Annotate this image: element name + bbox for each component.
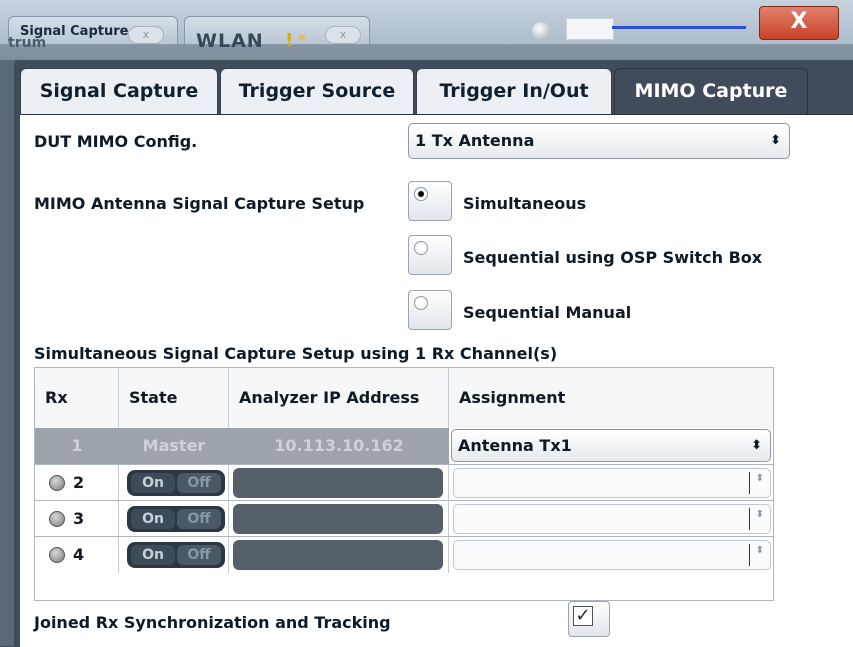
on-label[interactable]: On	[131, 545, 175, 565]
ip-input[interactable]	[233, 540, 443, 570]
radio-unchecked-icon	[414, 296, 428, 310]
rx-number: 4	[73, 545, 85, 564]
rx-led-icon[interactable]	[49, 511, 65, 527]
title-bar: Signal Capture trum x WLAN ! * x X	[0, 0, 853, 52]
rx-led-icon[interactable]	[49, 547, 65, 563]
dut-mimo-config-value: 1 Tx Antenna	[415, 131, 535, 150]
assignment-select[interactable]: Antenna Tx1 ⬍	[451, 429, 771, 462]
table-row: 2 On Off ⬍	[35, 464, 773, 501]
table-header: Rx State Analyzer IP Address Assignment	[35, 368, 773, 429]
ip-cell	[229, 537, 449, 573]
app-tab-signal-capture-label: Signal Capture trum	[8, 24, 129, 51]
header-assignment: Assignment	[459, 388, 566, 407]
tab-content: DUT MIMO Config. 1 Tx Antenna ⬍ MIMO Ant…	[20, 114, 853, 647]
star-icon: *	[298, 30, 306, 49]
off-label[interactable]: Off	[177, 473, 221, 493]
table-row: 4 On Off ⬍	[35, 536, 773, 573]
joined-sync-checkbox[interactable]: ✓	[568, 601, 610, 637]
assignment-cell: ⬍	[449, 465, 773, 501]
assignment-select[interactable]: ⬍	[453, 468, 771, 498]
rx-number: 3	[73, 509, 85, 528]
table-caption: Simultaneous Signal Capture Setup using …	[34, 344, 558, 363]
dut-mimo-config-label: DUT MIMO Config.	[34, 132, 198, 151]
radio-simultaneous-label: Simultaneous	[463, 194, 587, 213]
on-off-toggle[interactable]: On Off	[127, 470, 225, 496]
rx-cell: 4	[35, 537, 119, 573]
table-row: 3 On Off ⬍	[35, 500, 773, 537]
assignment-cell: ⬍	[449, 537, 773, 573]
rx-number: 2	[73, 473, 85, 492]
on-off-toggle[interactable]: On Off	[127, 542, 225, 568]
ip-input[interactable]	[233, 468, 443, 498]
on-off-toggle[interactable]: On Off	[127, 506, 225, 532]
table-row: 1 Master 10.113.10.162 Antenna Tx1 ⬍	[35, 428, 773, 464]
ip-cell	[229, 465, 449, 501]
header-ip: Analyzer IP Address	[229, 368, 449, 428]
slider-line	[612, 26, 746, 29]
assignment-select[interactable]: ⬍	[453, 504, 771, 534]
select-arrows-icon: ⬍	[770, 133, 781, 148]
off-label[interactable]: Off	[177, 545, 221, 565]
radio-sequential-manual[interactable]	[408, 290, 452, 330]
select-arrows-icon: ⬍	[755, 473, 764, 484]
assignment-select[interactable]: ⬍	[453, 540, 771, 570]
select-arrows-icon: ⬍	[751, 438, 762, 453]
tab-mimo-capture[interactable]: MIMO Capture	[614, 68, 808, 116]
master-ip: 10.113.10.162	[274, 436, 404, 455]
mimo-dialog: Signal Capture Trigger Source Trigger In…	[14, 60, 853, 647]
radio-sequential-osp-label: Sequential using OSP Switch Box	[463, 248, 763, 267]
radio-sequential-osp[interactable]	[408, 235, 452, 275]
master-rx: 1	[71, 436, 83, 455]
rx-table: Rx State Analyzer IP Address Assignment …	[34, 367, 774, 601]
capture-setup-label: MIMO Antenna Signal Capture Setup	[34, 194, 365, 213]
select-arrows-icon: ⬍	[755, 545, 764, 556]
radio-checked-icon	[414, 187, 428, 201]
rx-cell: 2	[35, 465, 119, 501]
radio-simultaneous[interactable]	[408, 181, 452, 221]
tab-close-icon[interactable]: x	[128, 26, 164, 44]
on-label[interactable]: On	[131, 473, 175, 493]
assignment-cell: Antenna Tx1 ⬍	[449, 428, 773, 464]
slider-handle[interactable]	[566, 18, 614, 40]
rx-cell: 3	[35, 501, 119, 537]
tab-trigger-in-out[interactable]: Trigger In/Out	[416, 68, 612, 114]
state-cell: On Off	[119, 465, 229, 501]
app-tab-wlan-label: WLAN	[196, 30, 264, 52]
state-cell: On Off	[119, 537, 229, 573]
select-arrows-icon: ⬍	[755, 509, 764, 520]
close-button[interactable]: X	[759, 6, 839, 40]
joined-sync-label: Joined Rx Synchronization and Tracking	[34, 613, 391, 632]
ip-cell	[229, 501, 449, 537]
app-tab-underlying-text: trum	[8, 35, 47, 51]
tab-signal-capture[interactable]: Signal Capture	[20, 68, 218, 114]
on-label[interactable]: On	[131, 509, 175, 529]
header-rx: Rx	[35, 368, 119, 428]
radio-sequential-manual-label: Sequential Manual	[463, 303, 632, 322]
transparency-slider[interactable]	[566, 18, 746, 40]
rx-led-icon[interactable]	[49, 475, 65, 491]
master-state: Master	[142, 436, 206, 455]
checkmark-icon: ✓	[573, 606, 593, 626]
off-label[interactable]: Off	[177, 509, 221, 529]
tab-close-icon[interactable]: x	[325, 26, 361, 44]
assignment-cell: ⬍	[449, 501, 773, 537]
radio-unchecked-icon	[414, 241, 428, 255]
dut-mimo-config-select[interactable]: 1 Tx Antenna ⬍	[408, 123, 790, 159]
tab-trigger-source[interactable]: Trigger Source	[220, 68, 414, 114]
background-left-column	[0, 60, 14, 646]
ip-input[interactable]	[233, 504, 443, 534]
status-indicator-icon	[532, 22, 550, 40]
header-state: State	[119, 368, 229, 428]
state-cell: On Off	[119, 501, 229, 537]
warning-icon: !	[285, 30, 294, 51]
assignment-value: Antenna Tx1	[458, 436, 572, 455]
